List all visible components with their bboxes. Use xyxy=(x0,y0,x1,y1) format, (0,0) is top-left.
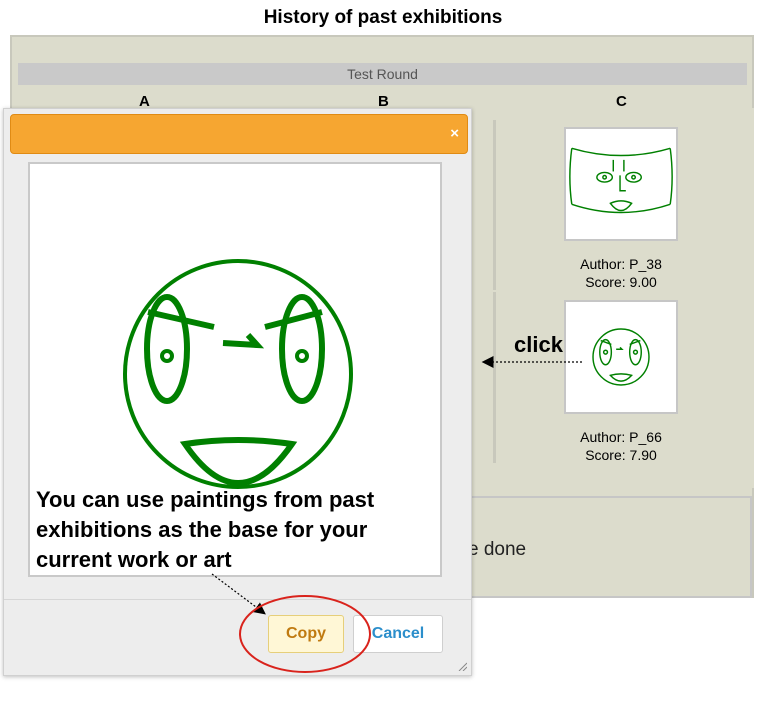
cancel-button[interactable]: Cancel xyxy=(353,615,443,653)
done-button-label: e done xyxy=(468,539,527,560)
painting-image xyxy=(569,147,673,214)
copy-button[interactable]: Copy xyxy=(268,615,344,653)
close-icon[interactable]: × xyxy=(450,125,459,142)
click-hint-label: click xyxy=(514,332,563,357)
dialog-footer-divider xyxy=(4,599,471,600)
painting-score: Score: 7.90 xyxy=(585,447,657,463)
column-divider-gap xyxy=(493,290,496,292)
tutorial-note: You can use paintings from past exhibiti… xyxy=(36,487,375,572)
painting-thumbnail[interactable] xyxy=(564,127,678,241)
round-header: Test Round xyxy=(18,63,747,85)
copy-dialog: × You can use paintings from past exhibi… xyxy=(3,108,472,676)
painting-image xyxy=(592,328,650,386)
page-title: History of past exhibitions xyxy=(263,7,503,28)
dialog-header: × xyxy=(10,114,468,154)
painting-preview: You can use paintings from past exhibiti… xyxy=(28,162,442,577)
resize-handle-icon[interactable] xyxy=(457,661,467,671)
painting-thumbnail[interactable] xyxy=(564,300,678,414)
painting-author: Author: P_66 xyxy=(580,429,662,445)
painting-score: Score: 9.00 xyxy=(585,274,657,290)
painting-author: Author: P_38 xyxy=(580,256,662,272)
